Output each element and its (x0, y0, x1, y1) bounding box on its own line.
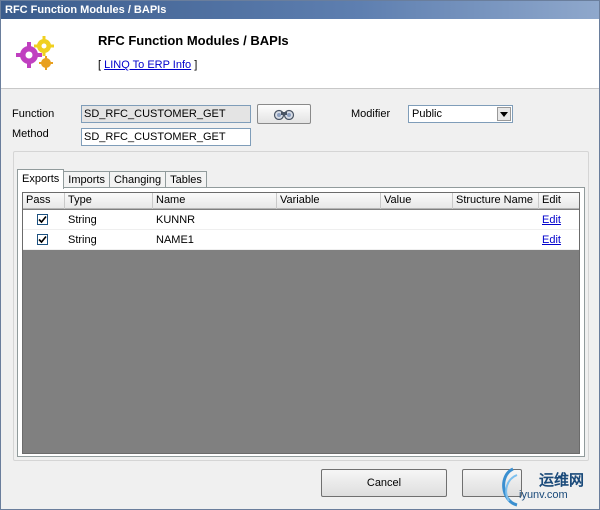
col-header-pass[interactable]: Pass (23, 193, 65, 209)
method-label: Method (12, 128, 49, 140)
cell-name: KUNNR (156, 214, 196, 226)
pass-checkbox[interactable] (37, 234, 48, 245)
col-header-name[interactable]: Name (153, 193, 277, 209)
col-header-edit[interactable]: Edit (539, 193, 579, 209)
modifier-select[interactable]: Public (408, 105, 513, 123)
method-field[interactable] (81, 128, 251, 146)
cell-type: String (68, 234, 97, 246)
checkmark-icon (38, 235, 47, 244)
exports-grid[interactable]: Pass Type Name Variable Value Structure … (22, 192, 580, 454)
header-title: RFC Function Modules / BAPIs (98, 33, 289, 48)
cell-type: String (68, 214, 97, 226)
watermark-text-cn: 运维网 (539, 472, 585, 489)
tab-changing[interactable]: Changing (108, 171, 167, 188)
checkmark-icon (38, 215, 47, 224)
cell-edit: Edit (539, 230, 561, 250)
modifier-label: Modifier (351, 108, 391, 120)
gears-logo-icon (16, 36, 54, 70)
link-bracket-open: [ (98, 59, 102, 71)
col-header-variable[interactable]: Variable (277, 193, 381, 209)
col-header-type[interactable]: Type (65, 193, 153, 209)
cancel-button[interactable]: Cancel (321, 469, 447, 497)
tab-tables[interactable]: Tables (165, 171, 207, 188)
col-header-structure-name[interactable]: Structure Name (453, 193, 539, 209)
grid-header-row: Pass Type Name Variable Value Structure … (23, 193, 579, 209)
table-row[interactable]: String NAME1 Edit (23, 230, 579, 250)
modifier-selected-value: Public (412, 108, 442, 120)
table-row[interactable]: String KUNNR Edit (23, 210, 579, 230)
link-bracket-close: ] (194, 59, 198, 71)
cell-edit: Edit (539, 210, 561, 230)
dialog-window: RFC Function Modules / BAPIs RFC Functio… (0, 0, 600, 510)
function-field[interactable] (81, 105, 251, 123)
header-link-wrapper: [ LINQ To ERP Info ] (98, 59, 197, 71)
dialog-header: RFC Function Modules / BAPIs [ LINQ To E… (1, 19, 599, 89)
tab-imports[interactable]: Imports (63, 171, 110, 188)
browse-function-button[interactable] (257, 104, 311, 124)
pass-checkbox[interactable] (37, 214, 48, 225)
tab-exports[interactable]: Exports (17, 169, 65, 189)
window-titlebar: RFC Function Modules / BAPIs (1, 1, 599, 19)
edit-link[interactable]: Edit (542, 234, 561, 246)
edit-link[interactable]: Edit (542, 214, 561, 226)
binoculars-icon (273, 109, 295, 120)
cell-name: NAME1 (156, 234, 194, 246)
function-label: Function (12, 108, 55, 120)
watermark-text-url: iyunv.com (519, 489, 568, 501)
dropdown-arrow-icon[interactable] (497, 107, 511, 121)
linq-erp-info-link[interactable]: LINQ To ERP Info (104, 59, 191, 71)
parameter-tabs: Exports Imports Changing Tables (17, 169, 207, 189)
exports-tab-panel: Pass Type Name Variable Value Structure … (17, 187, 585, 457)
col-header-value[interactable]: Value (381, 193, 453, 209)
